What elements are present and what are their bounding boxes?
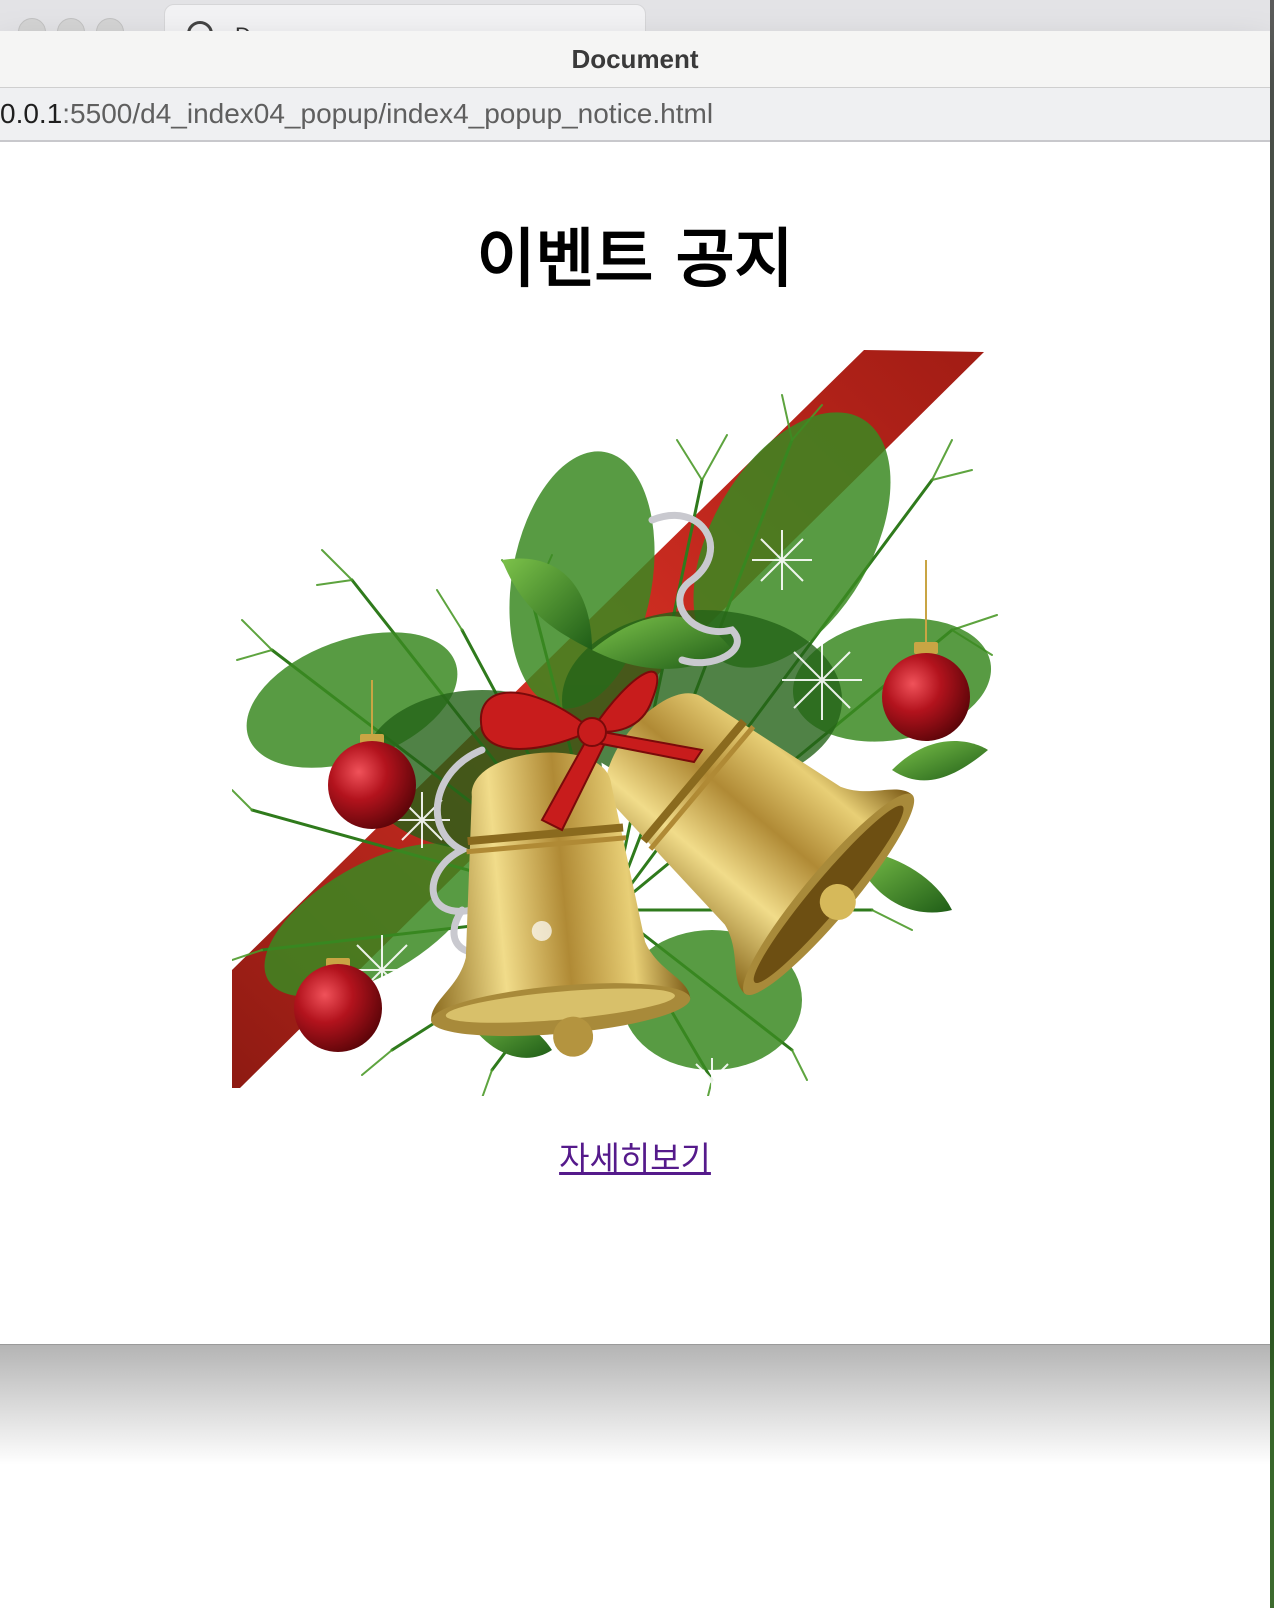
page-title: 이벤트 공지 xyxy=(476,223,794,297)
window-title: Document xyxy=(0,31,1270,88)
url-host: 0.0.1 xyxy=(0,98,63,129)
background-window-edge xyxy=(1270,0,1274,1608)
background-tab-strip: D xyxy=(0,0,1274,46)
page-content: 이벤트 공지 자세히보기 xyxy=(0,142,1270,1342)
address-bar[interactable]: 0.0.1:5500/d4_index04_popup/index4_popup… xyxy=(0,88,1270,142)
details-link[interactable]: 자세히보기 xyxy=(0,1132,1270,1180)
popup-window: Document 0.0.1:5500/d4_index04_popup/ind… xyxy=(0,31,1270,1345)
url-path: :5500/d4_index04_popup/index4_popup_noti… xyxy=(62,98,714,129)
window-drop-shadow xyxy=(0,1345,1270,1465)
christmas-bells-icon xyxy=(232,350,998,1096)
